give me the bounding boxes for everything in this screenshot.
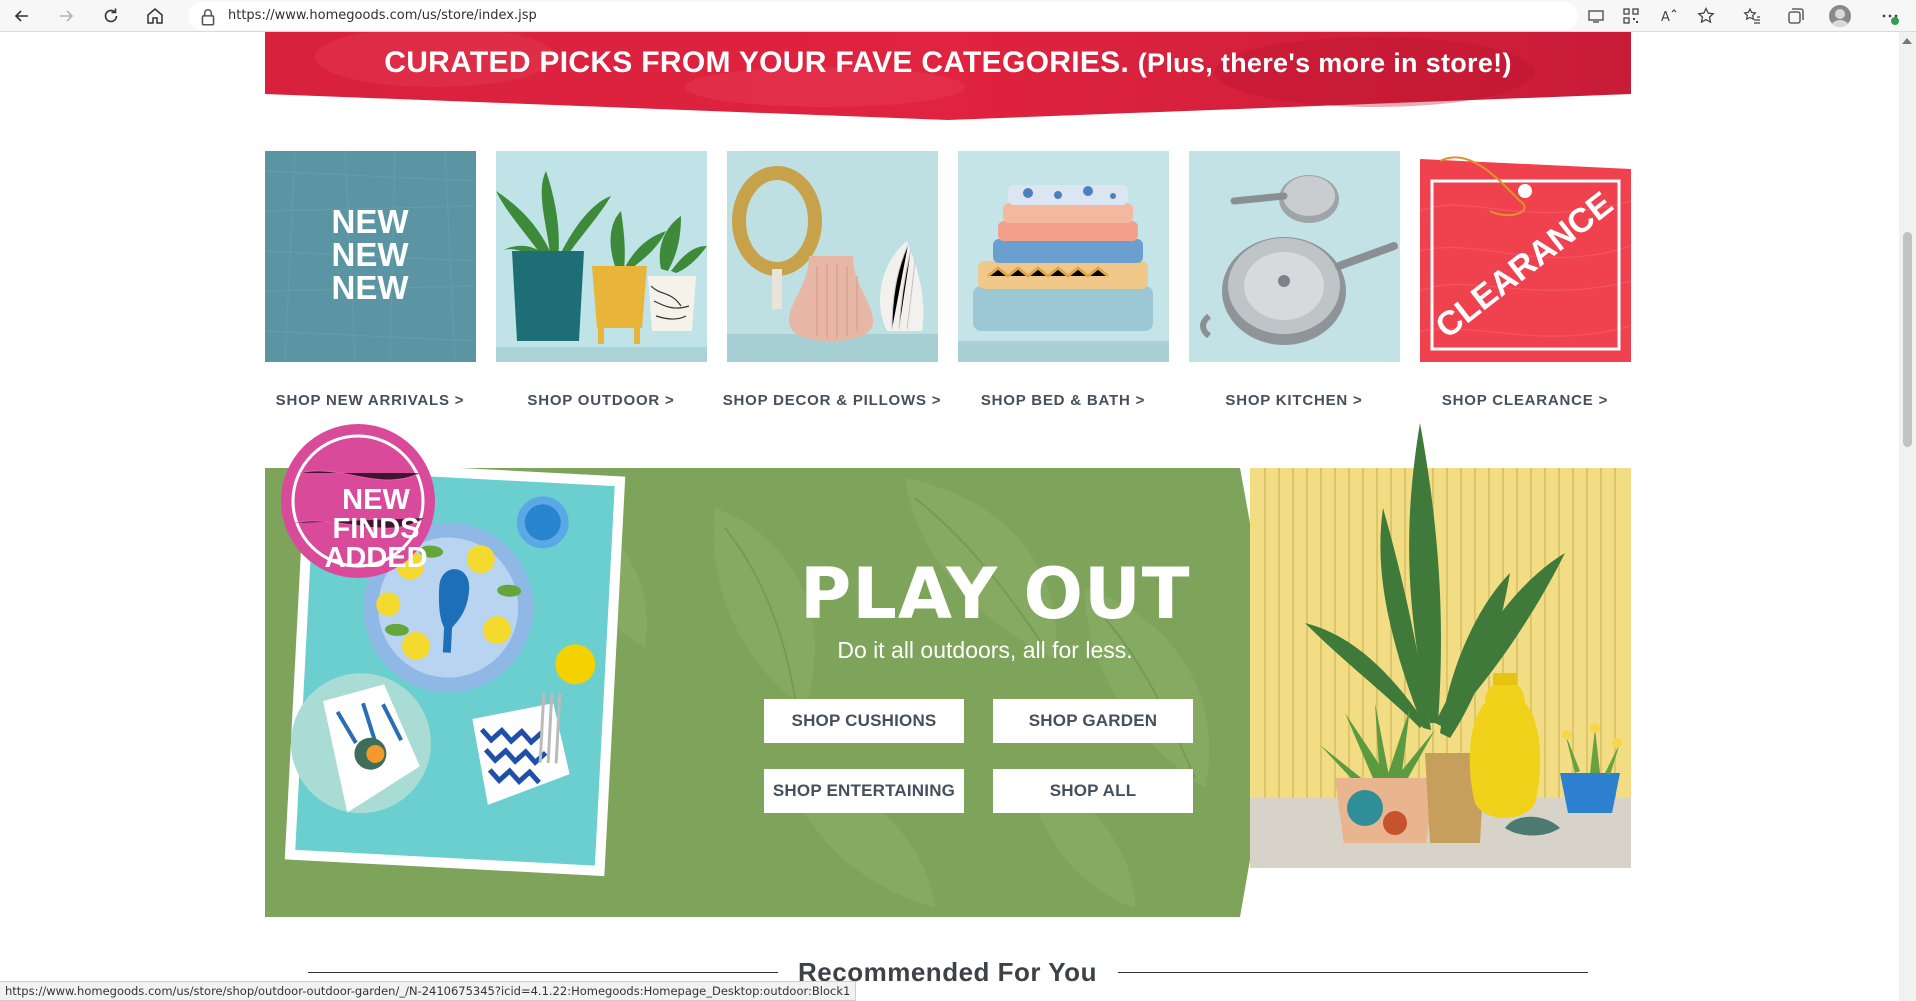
tile-text-new-2: NEW xyxy=(332,236,410,273)
shop-cushions-button[interactable]: SHOP CUSHIONS xyxy=(764,699,964,743)
shop-garden-button[interactable]: SHOP GARDEN xyxy=(993,699,1193,743)
decor-image xyxy=(727,151,938,362)
banner-text: CURATED PICKS FROM YOUR FAVE CATEGORIES.… xyxy=(265,46,1631,80)
qr-code-icon[interactable] xyxy=(1617,2,1645,30)
badge-line-2: FINDS xyxy=(332,513,420,545)
plants-image xyxy=(1305,423,1622,843)
favorites-bar-icon[interactable] xyxy=(1738,2,1766,30)
badge-line-1: NEW xyxy=(342,484,410,516)
badge-text: NEW FINDS ADDED xyxy=(296,486,456,573)
shop-entertaining-button[interactable]: SHOP ENTERTAINING xyxy=(764,769,964,813)
profile-icon[interactable] xyxy=(1826,2,1854,30)
tile-text-new-3: NEW xyxy=(332,269,410,306)
tile-new-arrivals[interactable]: NEW NEW NEW xyxy=(265,151,476,362)
plants-image xyxy=(496,151,707,362)
divider-right xyxy=(1118,972,1588,973)
hero-title: PLAY OUT xyxy=(800,553,1191,635)
home-icon[interactable] xyxy=(141,2,169,30)
forward-icon[interactable] xyxy=(52,2,80,30)
tile-clearance[interactable]: CLEARANCE xyxy=(1420,151,1631,362)
tile-outdoor[interactable] xyxy=(496,151,707,362)
clearance-tag-image: CLEARANCE xyxy=(1420,151,1631,362)
scroll-up-icon[interactable] xyxy=(1902,38,1912,44)
tile-text-new-1: NEW xyxy=(332,203,410,240)
browser-toolbar: https://www.homegoods.com/us/store/index… xyxy=(0,0,1916,32)
read-aloud-icon[interactable]: A xyxy=(1655,2,1683,30)
shop-bed-bath-link[interactable]: SHOP BED & BATH > xyxy=(943,392,1183,409)
more-icon[interactable] xyxy=(1876,2,1904,30)
towels-image xyxy=(958,151,1169,362)
badge-line-3: ADDED xyxy=(324,542,428,574)
address-bar[interactable]: https://www.homegoods.com/us/store/index… xyxy=(188,2,1578,30)
tile-decor-pillows[interactable] xyxy=(727,151,938,362)
collections-icon[interactable] xyxy=(1782,2,1810,30)
avatar xyxy=(1829,5,1851,27)
refresh-icon[interactable] xyxy=(97,2,125,30)
hero-subtitle: Do it all outdoors, all for less. xyxy=(837,637,1133,663)
url-text: https://www.homegoods.com/us/store/index… xyxy=(228,8,537,23)
back-icon[interactable] xyxy=(8,2,36,30)
app-available-icon[interactable] xyxy=(1582,2,1610,30)
shop-kitchen-link[interactable]: SHOP KITCHEN > xyxy=(1174,392,1414,409)
shop-all-button[interactable]: SHOP ALL xyxy=(993,769,1193,813)
vertical-scrollbar[interactable] xyxy=(1899,32,1916,1001)
page: https://www.homegoods.com/us/store/index… xyxy=(0,0,1916,1001)
favorite-icon[interactable] xyxy=(1692,2,1720,30)
status-bar-url: https://www.homegoods.com/us/store/shop/… xyxy=(0,981,857,1001)
tile-bed-bath[interactable] xyxy=(958,151,1169,362)
banner-headline: CURATED PICKS FROM YOUR FAVE CATEGORIES. xyxy=(384,46,1130,79)
play-out-hero[interactable] xyxy=(265,423,1631,917)
scrollbar-thumb[interactable] xyxy=(1903,232,1912,447)
banner-subline: (Plus, there's more in store!) xyxy=(1137,48,1512,78)
fabric-texture: NEW NEW NEW xyxy=(265,151,476,362)
cookware-image xyxy=(1189,151,1400,362)
shop-decor-pillows-link[interactable]: SHOP DECOR & PILLOWS > xyxy=(712,392,952,409)
curated-picks-banner: CURATED PICKS FROM YOUR FAVE CATEGORIES.… xyxy=(265,32,1631,120)
lock-icon[interactable] xyxy=(198,7,216,26)
divider-left xyxy=(308,972,778,973)
shop-outdoor-link[interactable]: SHOP OUTDOOR > xyxy=(481,392,721,409)
svg-text:A: A xyxy=(1661,10,1670,25)
tile-kitchen[interactable] xyxy=(1189,151,1400,362)
shop-clearance-link[interactable]: SHOP CLEARANCE > xyxy=(1405,392,1645,409)
shop-new-arrivals-link[interactable]: SHOP NEW ARRIVALS > xyxy=(250,392,490,409)
